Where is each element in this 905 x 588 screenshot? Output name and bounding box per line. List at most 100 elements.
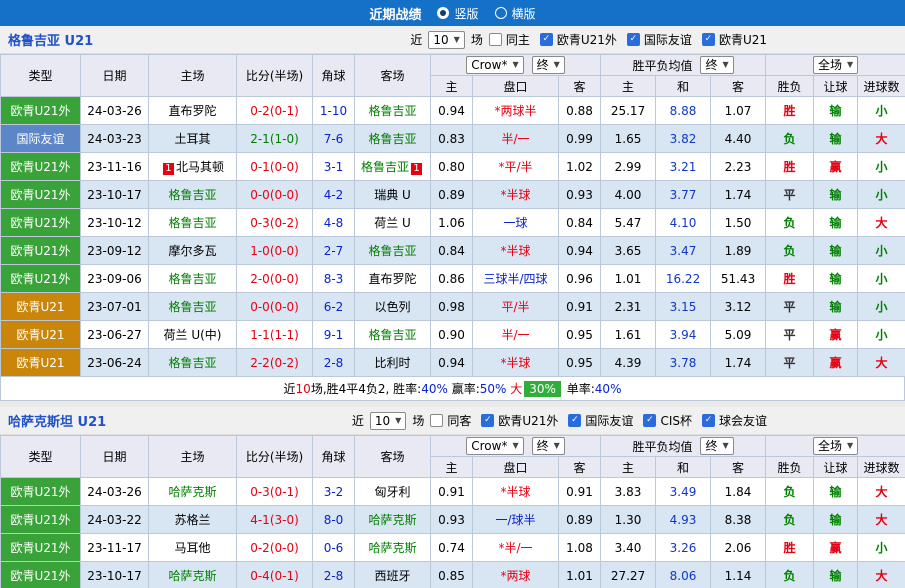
checkbox-unchecked-icon[interactable]	[488, 33, 502, 46]
fulltime-select[interactable]: 全场 ▼	[812, 56, 859, 74]
cell-l: 4.40	[710, 124, 767, 153]
final-odds-select[interactable]: 终 ▼	[700, 56, 734, 74]
team-name-link[interactable]: 格鲁吉亚 U21	[8, 30, 93, 49]
cell-text: 负	[783, 244, 796, 258]
cell-text: 格鲁吉亚	[368, 104, 417, 118]
cell-hr: 输	[813, 236, 859, 265]
cell-home: 哈萨克斯	[148, 477, 237, 506]
cell-oh: 0.84	[430, 236, 473, 265]
final-value: 终	[705, 58, 718, 72]
col-header-avg-draw: 和	[655, 456, 712, 478]
checkbox-checked-icon[interactable]: ✓	[481, 414, 495, 427]
summary-segment: 40%	[421, 381, 448, 396]
checkbox-label: 同主	[505, 33, 530, 47]
cell-text: 格鲁吉亚	[168, 216, 217, 230]
cell-text: *两球	[500, 569, 531, 583]
final-odds-select[interactable]: 终 ▼	[531, 437, 565, 455]
cell-text: 平	[783, 188, 796, 202]
cell-oh: 0.74	[430, 533, 473, 562]
cell-res: 负	[765, 236, 815, 265]
col-header-away: 客场	[354, 435, 431, 478]
filter-checkbox-国际友谊[interactable]: ✓ 国际友谊	[626, 31, 692, 48]
radio-checked-icon[interactable]	[437, 7, 450, 19]
cell-away: 哈萨克斯	[354, 533, 431, 562]
cell-away: 匈牙利	[354, 477, 431, 506]
cell-l: 1.50	[710, 208, 767, 237]
cell-res: 平	[765, 320, 815, 349]
avg-odds-label: 胜平负均值	[632, 58, 693, 73]
checkbox-checked-icon[interactable]: ✓	[626, 33, 640, 46]
chevron-down-icon: ▼	[512, 441, 519, 450]
team-name-link[interactable]: 哈萨克斯坦 U21	[8, 411, 106, 430]
filter-checkbox-同客[interactable]: 同客	[430, 412, 471, 429]
cell-pk: 三球半/四球	[472, 264, 559, 293]
cell-text: 1-1(1-1)	[250, 327, 299, 342]
cell-home: 1 北马其顿	[148, 152, 237, 181]
games-count-select[interactable]: 10 ▼	[369, 411, 407, 430]
cell-date: 23-06-24	[80, 348, 149, 377]
cell-w: 3.83	[600, 477, 657, 506]
col-header-score: 比分(半场)	[236, 54, 313, 97]
cell-res: 负	[765, 505, 815, 534]
cell-text: 小	[875, 272, 888, 286]
checkbox-label: 欧青U21外	[498, 414, 559, 428]
cell-text: 半/一	[501, 132, 530, 146]
cell-d: 3.82	[655, 124, 712, 153]
cell-text: 小	[875, 328, 888, 342]
cell-corner: 4-2	[312, 180, 355, 209]
cell-type: 欧青U21外	[0, 264, 81, 293]
filter-checkbox-欧青U21外[interactable]: ✓ 欧青U21外	[539, 31, 617, 48]
cell-pk: 半/一	[472, 320, 559, 349]
games-count-select[interactable]: 10 ▼	[428, 30, 465, 49]
cell-d: 3.94	[655, 320, 712, 349]
cell-date: 24-03-23	[80, 124, 149, 153]
cell-text: 0-4(0-1)	[250, 568, 299, 583]
match-row: 欧青U21外 23-11-16 1 北马其顿 0-1(0-0) 3-1 格鲁吉亚 1 0.80 *…	[0, 152, 905, 181]
checkbox-unchecked-icon[interactable]	[430, 414, 444, 427]
cell-home: 格鲁吉亚	[148, 292, 237, 321]
cell-home: 格鲁吉亚	[148, 180, 237, 209]
cell-corner: 3-2	[312, 477, 355, 506]
cell-g: 小	[857, 152, 905, 181]
cell-corner: 6-2	[312, 292, 355, 321]
filter-checkbox-CIS杯[interactable]: ✓ CIS杯	[643, 412, 692, 429]
cell-score: 0-3(0-1)	[236, 477, 313, 506]
cell-text: 赢	[829, 541, 842, 555]
filter-checkbox-球会友谊[interactable]: ✓ 球会友谊	[701, 412, 767, 429]
cell-d: 3.49	[655, 477, 712, 506]
chevron-down-icon: ▼	[846, 60, 854, 69]
matches-table-georgia: 类型 日期 主场 比分(半场) 角球 客场 Crow* ▼ 终 ▼ 胜平负均值 终 ▼	[0, 54, 905, 377]
filter-checkbox-group: 同客 ✓ 欧青U21外 ✓ 国际友谊 ✓ CIS杯 ✓ 球会友谊	[430, 412, 767, 429]
checkbox-checked-icon[interactable]: ✓	[701, 414, 715, 427]
cell-oh: 1.06	[430, 208, 473, 237]
radio-horizontal-layout[interactable]: 横版	[494, 5, 536, 22]
filter-checkbox-欧青U21外[interactable]: ✓ 欧青U21外	[481, 412, 558, 429]
cell-oa: 0.93	[557, 180, 602, 209]
cell-text: 欧青U21外	[10, 104, 71, 118]
col-header-date: 日期	[80, 54, 149, 97]
cell-hr: 输	[813, 124, 859, 153]
radio-unchecked-icon[interactable]	[494, 7, 507, 19]
cell-g: 小	[857, 533, 905, 562]
cell-date: 23-07-01	[80, 292, 149, 321]
filter-checkbox-同主[interactable]: 同主	[488, 31, 530, 48]
final-odds-select[interactable]: 终 ▼	[700, 437, 734, 455]
cell-text: 2-0(0-0)	[250, 271, 299, 286]
filter-checkbox-国际友谊[interactable]: ✓ 国际友谊	[568, 412, 633, 429]
bookmaker-select[interactable]: Crow* ▼	[466, 56, 524, 74]
cell-text: 大	[875, 132, 888, 146]
checkbox-checked-icon[interactable]: ✓	[701, 33, 715, 46]
radio-vertical-layout[interactable]: 竖版	[437, 5, 479, 22]
cell-type: 欧青U21外	[0, 236, 81, 265]
checkbox-label: 欧青U21	[718, 33, 767, 47]
checkbox-checked-icon[interactable]: ✓	[539, 33, 553, 46]
checkbox-checked-icon[interactable]: ✓	[568, 414, 582, 427]
final-odds-select[interactable]: 终 ▼	[531, 56, 565, 74]
fulltime-select[interactable]: 全场 ▼	[812, 437, 859, 455]
cell-res: 负	[765, 561, 815, 588]
checkbox-checked-icon[interactable]: ✓	[643, 414, 657, 427]
bookmaker-select[interactable]: Crow* ▼	[466, 437, 524, 455]
filter-checkbox-欧青U21[interactable]: ✓ 欧青U21	[701, 31, 767, 48]
cell-away: 瑞典 U	[354, 180, 431, 209]
cell-d: 3.26	[655, 533, 712, 562]
